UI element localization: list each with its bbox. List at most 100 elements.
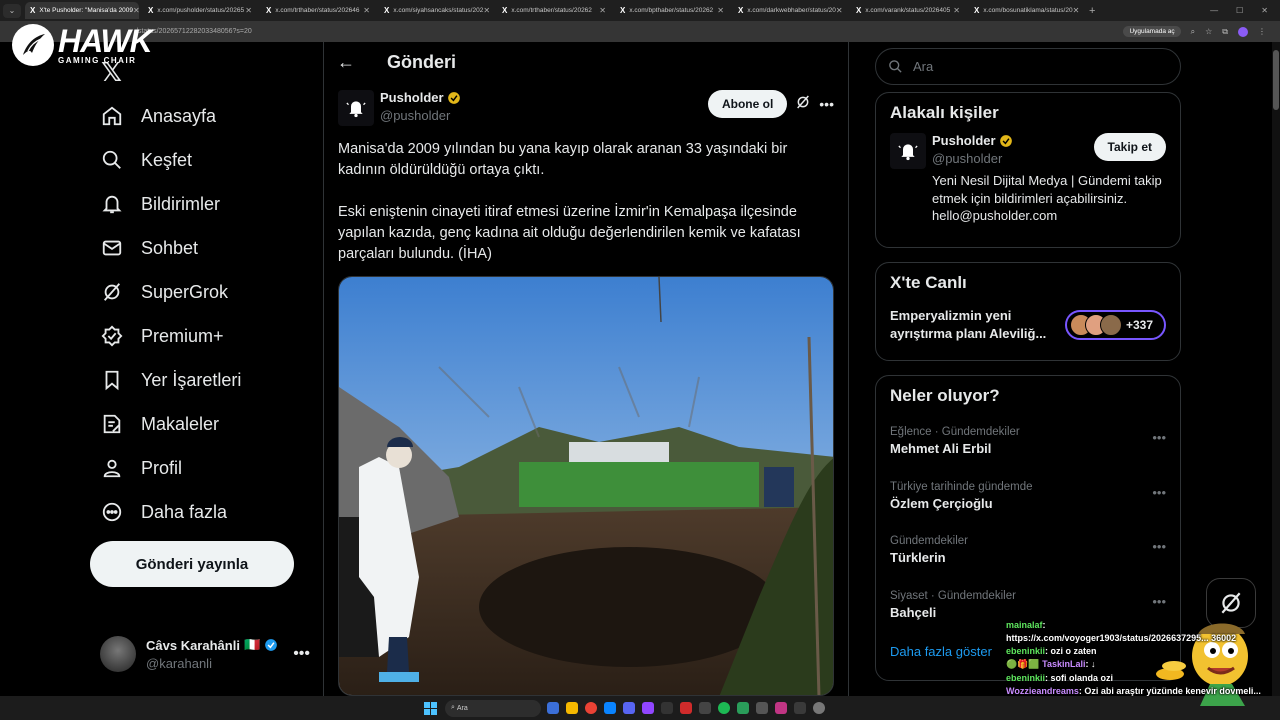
x-logo-icon: X [738, 6, 744, 15]
avatar[interactable] [338, 90, 374, 126]
edge-icon[interactable] [604, 702, 616, 714]
close-icon[interactable]: ✕ [363, 6, 370, 15]
close-icon[interactable]: ✕ [599, 6, 606, 15]
sidebar-item-premium[interactable]: Premium+ [100, 314, 241, 358]
profile-icon [100, 456, 124, 480]
post-button[interactable]: Gönderi yayınla [90, 541, 294, 587]
obs-icon[interactable] [813, 702, 825, 714]
sidebar-item-home[interactable]: Anasayfa [100, 94, 241, 138]
post-photo[interactable] [338, 276, 834, 696]
zoom-icon[interactable]: ⌕ [1191, 27, 1195, 37]
discord-icon[interactable] [623, 702, 635, 714]
account-switcher[interactable]: Câvs Karahânli 🇮🇹 @karahanli ••• [100, 636, 310, 672]
more-icon[interactable]: ••• [1152, 485, 1166, 500]
window-controls: — ☐ ✕ [1210, 6, 1280, 15]
app-icon[interactable] [661, 702, 673, 714]
close-icon[interactable]: ✕ [245, 6, 252, 15]
trend-item[interactable]: Eğlence · Gündemdekiler Mehmet Ali Erbil… [876, 416, 1180, 471]
app-icon[interactable] [756, 702, 768, 714]
author-name[interactable]: Pusholder [380, 90, 444, 105]
trend-item[interactable]: Türkiye tarihinde gündemde Özlem Çerçioğ… [876, 471, 1180, 526]
twitch-icon[interactable] [642, 702, 654, 714]
app-icon[interactable] [699, 702, 711, 714]
back-arrow-icon[interactable]: ← [337, 52, 357, 73]
minimize-button[interactable]: — [1210, 6, 1218, 15]
spotify-icon[interactable] [718, 702, 730, 714]
verified-badge-icon [999, 134, 1012, 147]
sidebar-item-bookmarks[interactable]: Yer İşaretleri [100, 358, 241, 402]
menu-icon[interactable]: ⋮ [1258, 27, 1266, 36]
main-header: ← Gönderi [337, 52, 456, 73]
browser-tab[interactable]: Xx.com/varank/status/2026405 ✕ [851, 2, 965, 19]
profile-icon[interactable] [1238, 26, 1248, 37]
live-space-item[interactable]: Emperyalizmin yeni ayrıştırma planı Alev… [876, 293, 1180, 357]
sidebar-item-supergrok[interactable]: SuperGrok [100, 270, 241, 314]
trend-item[interactable]: Gündemdekiler Türklerin ••• [876, 525, 1180, 580]
avatar[interactable] [890, 133, 926, 169]
app-icon[interactable] [775, 702, 787, 714]
sidebar-item-more[interactable]: Daha fazla [100, 490, 241, 534]
app-icon[interactable] [680, 702, 692, 714]
verified-icon [100, 324, 124, 348]
folder-icon[interactable] [566, 702, 578, 714]
grok-icon [1221, 592, 1241, 614]
related-name[interactable]: Pusholder [932, 133, 996, 148]
search-input[interactable]: Ara [875, 48, 1181, 85]
sidebar-item-articles[interactable]: Makaleler [100, 402, 241, 446]
sidebar-item-profile[interactable]: Profil [100, 446, 241, 490]
live-title: Emperyalizmin yeni ayrıştırma planı Alev… [890, 308, 1047, 341]
browser-tab[interactable]: Xx.com/darkwebhaber/status/20 ✕ [733, 2, 847, 19]
new-tab-button[interactable]: + [1089, 5, 1095, 17]
trend-category: Eğlence · Gündemdekiler [890, 426, 1020, 438]
subscribe-button[interactable]: Abone ol [707, 90, 788, 118]
browser-tab[interactable]: Xx.com/pusholder/status/20265 ✕ [143, 2, 257, 19]
windows-start-icon[interactable] [424, 701, 437, 715]
maximize-button[interactable]: ☐ [1236, 6, 1243, 15]
related-handle[interactable]: @pusholder [932, 151, 1013, 166]
taskbar-search[interactable]: ⌕ Ara [445, 699, 541, 717]
app-icon[interactable] [794, 702, 806, 714]
app-icon[interactable] [737, 702, 749, 714]
close-icon[interactable]: ✕ [483, 6, 490, 15]
sidebar-item-label: Keşfet [141, 149, 193, 170]
live-listeners-pill[interactable]: +337 [1065, 310, 1166, 340]
star-icon[interactable]: ☆ [1205, 27, 1212, 36]
account-handle: @karahanli [146, 656, 212, 671]
more-icon[interactable]: ••• [1152, 430, 1166, 445]
sidebar-item-label: Daha fazla [141, 501, 228, 522]
close-icon[interactable]: ✕ [953, 6, 960, 15]
scrollbar-thumb[interactable] [1273, 50, 1279, 110]
grok-icon[interactable] [795, 94, 811, 115]
more-icon[interactable]: ••• [1152, 539, 1166, 554]
url-field[interactable]: /status/2026571228203348056?s=20 [136, 28, 1123, 35]
scrollbar[interactable] [1272, 42, 1280, 696]
close-window-button[interactable]: ✕ [1261, 6, 1268, 15]
browser-tab[interactable]: Xx.com/siyahsancaks/status/202 ✕ [379, 2, 493, 19]
browser-tab[interactable]: Xx.com/bosunatiklama/status/20 ✕ [969, 2, 1083, 19]
chat-user: ebeninkii [1006, 673, 1046, 683]
close-icon[interactable]: ✕ [717, 6, 724, 15]
x-logo-icon: X [856, 6, 862, 15]
more-icon[interactable]: ••• [293, 645, 310, 663]
taskview-icon[interactable] [547, 702, 559, 714]
close-icon[interactable]: ✕ [133, 6, 139, 15]
listener-count: +337 [1126, 318, 1154, 332]
taskbar: ⌕ Ara [0, 696, 1280, 720]
sidebar-item-explore[interactable]: Keşfet [100, 138, 241, 182]
sidebar-item-chat[interactable]: Sohbet [100, 226, 241, 270]
more-icon[interactable]: ••• [1152, 594, 1166, 609]
follow-button[interactable]: Takip et [1093, 133, 1166, 161]
chrome-icon[interactable] [585, 702, 597, 714]
browser-tab[interactable]: Xx.com/trthaber/status/202646 ✕ [261, 2, 375, 19]
close-icon[interactable]: ✕ [1073, 6, 1080, 15]
browser-tab[interactable]: X X'te Pusholder: "Manisa'da 2009 ✕ [25, 2, 139, 19]
open-in-app-button[interactable]: Uygulamada aç [1123, 26, 1181, 37]
close-icon[interactable]: ✕ [836, 6, 843, 15]
sidebar-item-notifications[interactable]: Bildirimler [100, 182, 241, 226]
browser-tab[interactable]: Xx.com/trthaber/status/20262 ✕ [497, 2, 611, 19]
tab-search-button[interactable]: ⌄ [3, 3, 21, 18]
author-handle[interactable]: @pusholder [380, 108, 461, 123]
extensions-icon[interactable]: ⧉ [1222, 27, 1228, 37]
browser-tab[interactable]: Xx.com/bpthaber/status/20262 ✕ [615, 2, 729, 19]
more-icon[interactable]: ••• [819, 96, 834, 112]
